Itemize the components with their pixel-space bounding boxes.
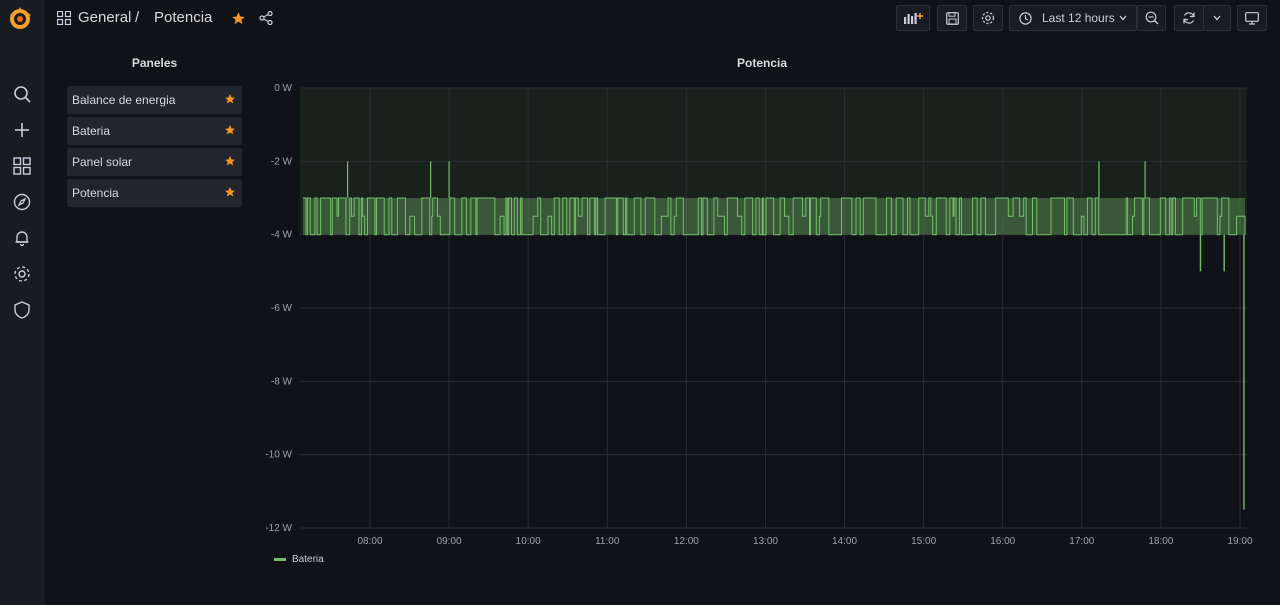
graph-legend: Bateria bbox=[274, 554, 324, 565]
x-tick-label: 11:00 bbox=[595, 536, 620, 547]
x-tick-label: 13:00 bbox=[753, 536, 778, 547]
potencia-graph[interactable]: 0 W -2 W -4 W -6 W -8 W -10 W -12 W 08:00 09:00 1… bbox=[0, 0, 1280, 605]
x-tick-label: 15:00 bbox=[911, 536, 936, 547]
y-tick-label: -10 W bbox=[265, 450, 292, 461]
x-tick-label: 16:00 bbox=[990, 536, 1015, 547]
series-density-band bbox=[303, 198, 1245, 235]
y-tick-label: -2 W bbox=[271, 156, 293, 167]
y-tick-label: -12 W bbox=[265, 523, 292, 534]
x-tick-label: 19:00 bbox=[1227, 536, 1252, 547]
x-tick-label: 10:00 bbox=[516, 536, 541, 547]
legend-series-name[interactable]: Bateria bbox=[292, 554, 324, 565]
x-tick-label: 18:00 bbox=[1148, 536, 1173, 547]
x-tick-label: 14:00 bbox=[832, 536, 857, 547]
y-tick-label: 0 W bbox=[274, 83, 292, 94]
x-tick-label: 09:00 bbox=[437, 536, 462, 547]
x-tick-label: 17:00 bbox=[1069, 536, 1094, 547]
x-tick-label: 08:00 bbox=[357, 536, 382, 547]
legend-swatch bbox=[274, 558, 286, 561]
y-tick-label: -6 W bbox=[271, 303, 293, 314]
y-tick-label: -4 W bbox=[271, 230, 293, 241]
x-tick-label: 12:00 bbox=[674, 536, 699, 547]
y-tick-label: -8 W bbox=[271, 376, 293, 387]
